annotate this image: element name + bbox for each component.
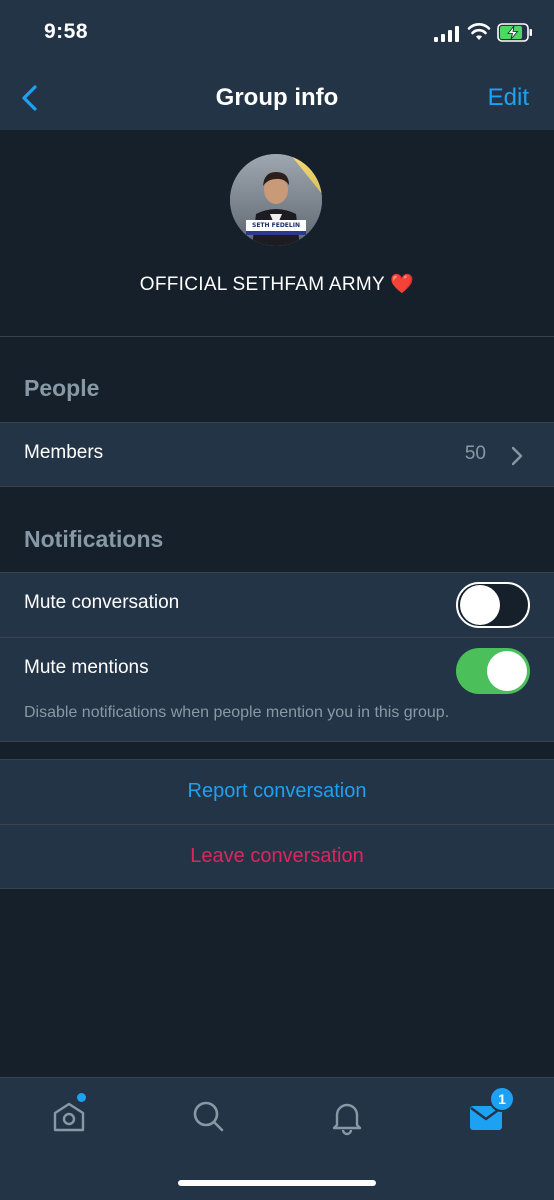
- status-bar: 9:58: [0, 0, 554, 66]
- home-icon[interactable]: [49, 1096, 89, 1136]
- home-indicator: [178, 1180, 376, 1186]
- status-time: 9:58: [44, 20, 89, 43]
- leave-conversation-button[interactable]: Leave conversation: [0, 845, 554, 868]
- section-header-people: People: [0, 337, 554, 422]
- mute-conversation-toggle[interactable]: [456, 582, 530, 628]
- navigation-bar: Group info Edit: [0, 66, 554, 130]
- group-avatar[interactable]: SETH FEDELIN: [230, 154, 322, 246]
- group-name-text: OFFICIAL SETHFAM ARMY: [139, 274, 385, 295]
- report-conversation-button[interactable]: Report conversation: [0, 780, 554, 803]
- cellular-signal-icon: [434, 26, 459, 42]
- avatar-photo: [230, 154, 322, 246]
- messages-badge: 1: [489, 1086, 515, 1112]
- report-conversation-row[interactable]: Report conversation: [0, 759, 554, 824]
- leave-conversation-row[interactable]: Leave conversation: [0, 824, 554, 889]
- mute-mentions-row: Mute mentions Disable notifications when…: [0, 637, 554, 742]
- battery-charging-icon: [497, 23, 532, 42]
- notifications-icon[interactable]: [327, 1096, 367, 1136]
- members-count: 50: [464, 443, 486, 464]
- chevron-right-icon: [511, 446, 523, 466]
- home-unread-dot: [77, 1093, 86, 1102]
- section-title-people: People: [24, 375, 100, 401]
- mute-mentions-hint: Disable notifications when people mentio…: [24, 704, 450, 721]
- section-header-notifications: Notifications: [0, 488, 554, 573]
- mute-conversation-label: Mute conversation: [24, 592, 180, 613]
- mute-conversation-row: Mute conversation: [0, 572, 554, 637]
- toggle-knob: [487, 651, 527, 691]
- group-name: OFFICIAL SETHFAM ARMY ❤️: [0, 272, 554, 296]
- section-title-notifications: Notifications: [24, 526, 164, 552]
- mute-mentions-label: Mute mentions: [24, 657, 149, 678]
- avatar-caption: SETH FEDELIN: [252, 222, 300, 229]
- toggle-knob: [460, 585, 500, 625]
- page-title: Group info: [215, 84, 339, 111]
- members-row[interactable]: Members 50: [0, 422, 554, 487]
- heart-emoji: ❤️: [390, 274, 415, 295]
- members-label: Members: [24, 442, 104, 463]
- mute-mentions-toggle[interactable]: [456, 648, 530, 694]
- header-area: 9:58 Group info Edit: [0, 0, 554, 130]
- wifi-icon: [467, 23, 491, 40]
- search-icon[interactable]: [188, 1096, 228, 1136]
- edit-button[interactable]: Edit: [488, 84, 529, 112]
- group-profile: SETH FEDELIN OFFICIAL SETHFAM ARMY ❤️: [0, 130, 554, 337]
